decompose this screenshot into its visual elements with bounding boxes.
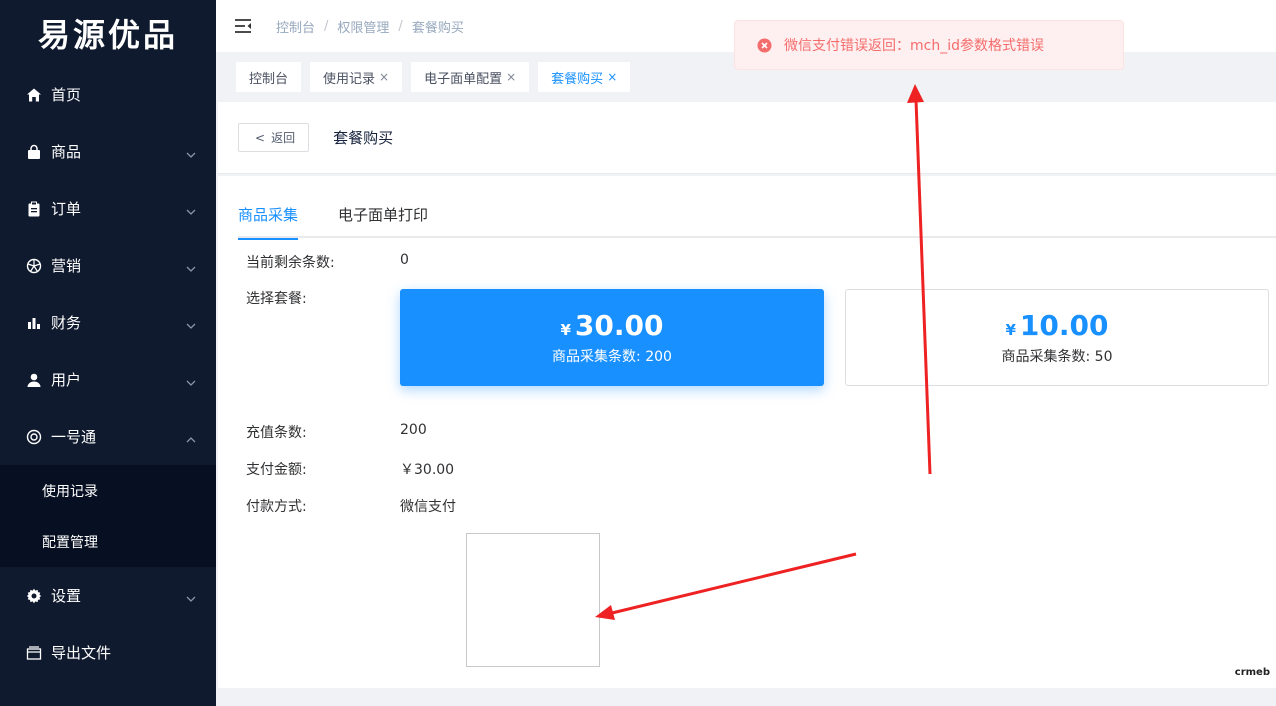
breadcrumb: 控制台 / 权限管理 / 套餐购买 — [276, 17, 464, 36]
home-icon — [26, 87, 42, 103]
sidebar-item-home[interactable]: 首页 — [0, 66, 216, 123]
remaining-value: 0 — [400, 252, 409, 268]
sidebar-item-label: 订单 — [51, 200, 82, 218]
recharge-label: 充值条数: — [246, 425, 307, 441]
tab-product-collection[interactable]: 商品采集 — [238, 204, 299, 240]
package-price: ¥ 30.00 — [560, 309, 663, 342]
package-row: 选择套餐: — [246, 288, 400, 308]
tag-label: 使用记录 — [323, 71, 376, 87]
chevron-left-icon: < — [255, 130, 266, 145]
sidebar-item-label: 营销 — [51, 257, 82, 275]
sidebar-item-label: 设置 — [51, 587, 82, 605]
amount-row: 支付金额: ￥30.00 — [246, 459, 454, 479]
submenu-yihaotong: 使用记录 配置管理 — [0, 465, 216, 567]
sidebar-item-label: 用户 — [51, 371, 82, 389]
chevron-down-icon — [186, 260, 196, 272]
tag-package-purchase[interactable]: 套餐购买 × — [538, 62, 631, 92]
payment-qr-code-box — [466, 533, 600, 667]
close-icon[interactable]: × — [506, 70, 516, 84]
error-circle-icon — [757, 38, 772, 53]
chevron-down-icon — [186, 374, 196, 386]
chevron-down-icon — [186, 146, 196, 158]
menu-fold-icon[interactable] — [234, 18, 252, 34]
main-card: 商品采集 电子面单打印 当前剩余条数: 0 选择套餐: ¥ 30.00 商品采集… — [218, 176, 1276, 688]
method-row: 付款方式: 微信支付 — [246, 496, 456, 516]
remaining-label: 当前剩余条数: — [246, 255, 335, 271]
page-header: < 返回 套餐购买 — [218, 102, 1276, 174]
folder-icon — [26, 645, 42, 661]
method-label: 付款方式: — [246, 499, 307, 515]
close-icon[interactable]: × — [379, 70, 389, 84]
recharge-row: 充值条数: 200 — [246, 422, 427, 442]
gear-icon — [26, 588, 42, 604]
method-value: 微信支付 — [400, 499, 456, 515]
submenu-item-config-management[interactable]: 配置管理 — [0, 516, 216, 567]
error-message-text: 微信支付错误返回：mch_id参数格式错误 — [784, 38, 1044, 54]
sidebar-item-export-files[interactable]: 导出文件 — [0, 624, 216, 681]
user-icon — [26, 372, 42, 388]
chevron-down-icon — [186, 203, 196, 215]
aperture-icon — [26, 258, 42, 274]
sidebar-item-users[interactable]: 用户 — [0, 351, 216, 408]
tag-usage-records[interactable]: 使用记录 × — [310, 62, 403, 92]
tag-label: 控制台 — [249, 71, 289, 87]
amount-label: 支付金额: — [246, 462, 307, 478]
package-card-10[interactable]: ¥ 10.00 商品采集条数: 50 — [845, 289, 1269, 386]
lifebuoy-icon — [26, 429, 42, 445]
breadcrumb-separator: / — [324, 18, 329, 34]
shopping-bag-icon — [26, 144, 42, 160]
chevron-down-icon — [186, 317, 196, 329]
sidebar-item-label: 商品 — [51, 143, 82, 161]
sidebar-item-label: 导出文件 — [51, 644, 112, 662]
breadcrumb-item-permissions[interactable]: 权限管理 — [337, 17, 389, 36]
recharge-value: 200 — [400, 422, 427, 438]
package-label: 选择套餐: — [246, 291, 307, 307]
sidebar-item-yihaotong[interactable]: 一号通 — [0, 408, 216, 465]
chevron-up-icon — [186, 431, 196, 442]
breadcrumb-separator: / — [398, 18, 403, 34]
page-title: 套餐购买 — [333, 129, 394, 147]
sidebar-item-label: 首页 — [51, 86, 82, 104]
bar-chart-icon — [26, 315, 42, 331]
brand-logo: 易源优品 — [37, 16, 178, 54]
sidebar: 易源优品 首页 商品 订单 营销 财务 用户 一号通 使用记录 配置管理 设置 … — [0, 0, 216, 706]
tag-label: 电子面单配置 — [424, 71, 503, 87]
tag-waybill-config[interactable]: 电子面单配置 × — [411, 62, 530, 92]
package-desc: 商品采集条数: 200 — [552, 349, 672, 365]
breadcrumb-item-package-purchase: 套餐购买 — [411, 20, 464, 36]
package-desc: 商品采集条数: 50 — [1001, 349, 1113, 365]
amount-value: ￥30.00 — [400, 462, 455, 478]
remaining-row: 当前剩余条数: 0 — [246, 252, 409, 272]
back-button[interactable]: < 返回 — [238, 123, 310, 152]
currency-symbol: ¥ — [1005, 321, 1016, 339]
sidebar-item-label: 一号通 — [51, 428, 97, 446]
sidebar-item-label: 财务 — [51, 314, 82, 332]
sidebar-item-orders[interactable]: 订单 — [0, 180, 216, 237]
close-icon[interactable]: × — [607, 70, 617, 84]
sidebar-item-products[interactable]: 商品 — [0, 123, 216, 180]
package-price: ¥ 10.00 — [1005, 309, 1108, 342]
package-card-30[interactable]: ¥ 30.00 商品采集条数: 200 — [400, 289, 824, 386]
sidebar-item-finance[interactable]: 财务 — [0, 294, 216, 351]
error-message-toast: 微信支付错误返回：mch_id参数格式错误 — [734, 20, 1124, 70]
tag-console[interactable]: 控制台 — [236, 62, 302, 92]
tab-waybill-printing[interactable]: 电子面单打印 — [338, 204, 428, 238]
tabs: 商品采集 电子面单打印 — [238, 204, 1276, 240]
breadcrumb-item-console[interactable]: 控制台 — [276, 17, 315, 36]
back-button-label: 返回 — [271, 131, 296, 145]
price-amount: 10.00 — [1019, 309, 1109, 342]
chevron-down-icon — [186, 590, 196, 602]
price-amount: 30.00 — [574, 309, 664, 342]
currency-symbol: ¥ — [560, 321, 571, 339]
clipboard-icon — [26, 201, 42, 217]
sidebar-item-settings[interactable]: 设置 — [0, 567, 216, 624]
submenu-item-usage-records[interactable]: 使用记录 — [0, 465, 216, 516]
crmeb-watermark: crmeb — [1234, 667, 1270, 678]
tag-label: 套餐购买 — [551, 71, 604, 87]
sidebar-item-marketing[interactable]: 营销 — [0, 237, 216, 294]
